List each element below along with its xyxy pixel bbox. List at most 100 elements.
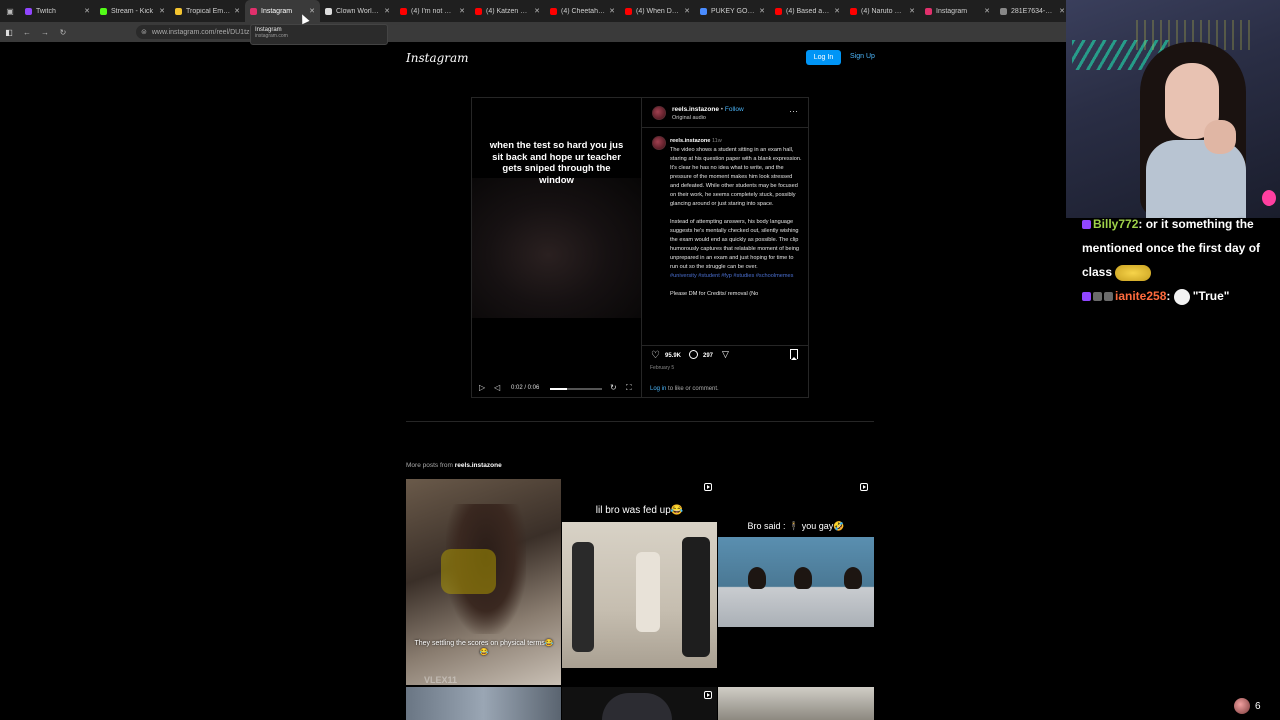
- reload-icon[interactable]: ↻: [54, 28, 72, 37]
- tab-label: (4) Naruto LEGEN: [861, 7, 905, 15]
- browser-tab[interactable]: 281E7634-91FC-4481 ✕: [995, 0, 1070, 22]
- reel-icon: [704, 691, 712, 699]
- site-info-icon[interactable]: ⊜: [141, 28, 147, 36]
- tab-favicon-icon: [925, 7, 932, 15]
- browser-tab[interactable]: Stream - Kick ✕: [95, 0, 170, 22]
- play-icon[interactable]: ▷: [479, 383, 485, 392]
- grid-post[interactable]: lil bro was fed up😂: [562, 479, 717, 685]
- browser-tab[interactable]: (4) I'm not better ✕: [395, 0, 470, 22]
- forward-icon[interactable]: →: [36, 28, 54, 37]
- tab-favicon-icon: [850, 7, 857, 15]
- video-progress-fill: [550, 388, 568, 390]
- separator-dot: •: [720, 106, 724, 113]
- author-username[interactable]: reels.instazone: [672, 106, 719, 113]
- reel-video[interactable]: when the test so hard you jus sit back a…: [472, 98, 641, 397]
- tab-close-icon[interactable]: ✕: [909, 7, 915, 15]
- emote-icon: [1115, 264, 1152, 281]
- grid-post[interactable]: [406, 687, 561, 720]
- video-progress-bar[interactable]: [550, 388, 602, 390]
- tab-label: (4) Cheetahs Are: [561, 7, 605, 15]
- browser-tab[interactable]: (4) Naruto LEGEN ✕: [845, 0, 920, 22]
- browser-tab[interactable]: Instagram ✕: [920, 0, 995, 22]
- post-header: reels.instazone • Follow Original audio …: [642, 98, 809, 128]
- share-icon[interactable]: ▽: [722, 349, 729, 360]
- description-text: reels.instazone 11w The video shows a st…: [670, 137, 802, 308]
- login-button[interactable]: Log In: [806, 50, 841, 65]
- comment-username[interactable]: reels.instazone: [670, 138, 710, 144]
- grid-post[interactable]: [562, 687, 717, 720]
- back-icon[interactable]: ←: [18, 28, 36, 37]
- browser-tab[interactable]: Twitch ✕: [20, 0, 95, 22]
- browser-tab[interactable]: (4) Based anime ✕: [770, 0, 845, 22]
- more-posts-username[interactable]: reels.instazone: [455, 462, 502, 469]
- grid-post[interactable]: They settling the scores on physical ter…: [406, 479, 561, 685]
- tab-favicon-icon: [175, 7, 182, 15]
- tab-close-icon[interactable]: ✕: [234, 7, 240, 15]
- chat-message: ianite258: "True": [1082, 284, 1274, 308]
- reel-icon: [704, 483, 712, 491]
- more-options-icon[interactable]: ···: [789, 106, 798, 116]
- tab-close-icon[interactable]: ✕: [534, 7, 540, 15]
- viewer-count: 6: [1255, 700, 1261, 712]
- loop-icon[interactable]: ↻: [610, 383, 617, 392]
- browser-tab[interactable]: PUKEY GODDES ✕: [695, 0, 770, 22]
- tab-favicon-icon: [325, 7, 332, 15]
- tab-close-icon[interactable]: ✕: [459, 7, 465, 15]
- bookmark-icon[interactable]: [790, 349, 798, 360]
- avatar[interactable]: [652, 106, 666, 120]
- like-icon[interactable]: ♡: [651, 350, 660, 361]
- webcam-light: [1262, 190, 1276, 206]
- audio-label[interactable]: Original audio: [672, 115, 706, 121]
- video-time: 0:02 / 0:06: [511, 385, 540, 391]
- tab-favicon-icon: [1000, 7, 1007, 15]
- chat-message: Billy772: or it something the mentioned …: [1082, 217, 1261, 281]
- comment-icon[interactable]: [689, 350, 698, 359]
- tab-close-icon[interactable]: ✕: [159, 7, 165, 15]
- tab-label: Instagram: [261, 7, 293, 15]
- fullscreen-icon[interactable]: ⛶: [626, 383, 632, 393]
- browser-tab[interactable]: (4) Katzen bringe ✕: [470, 0, 545, 22]
- grid-post[interactable]: [718, 687, 874, 720]
- chat-username: ianite258: [1115, 289, 1167, 303]
- browser-tab[interactable]: Clown World ™ ✕: [320, 0, 395, 22]
- grid-post[interactable]: Bro said : 🕴 you gay🤣: [718, 479, 874, 685]
- tab-close-icon[interactable]: ✕: [984, 7, 990, 15]
- signup-link[interactable]: Sign Up: [850, 53, 875, 60]
- thumbnail-person: [572, 542, 594, 652]
- webcam-streamer-hand: [1204, 120, 1236, 154]
- tab-label: 281E7634-91FC-4481: [1011, 7, 1055, 15]
- tab-close-icon[interactable]: ✕: [84, 7, 90, 15]
- post-author: reels.instazone • Follow: [672, 106, 744, 113]
- hashtags[interactable]: #university #student #fyp #studies #scho…: [670, 273, 793, 279]
- browser-tab[interactable]: (4) Cheetahs Are ✕: [545, 0, 620, 22]
- grid-post-caption: They settling the scores on physical ter…: [414, 640, 554, 656]
- sidebar-toggle-icon[interactable]: ◧: [0, 28, 18, 37]
- tab-label: (4) Katzen bringe: [486, 7, 530, 15]
- comment-count: 297: [703, 353, 714, 359]
- login-prompt-text: to like or comment.: [666, 386, 719, 392]
- browser-tab[interactable]: Tropical Emojis | ✕: [170, 0, 245, 22]
- instagram-logo[interactable]: Instagram: [406, 51, 469, 65]
- webcam-streamer-body: [1146, 140, 1246, 218]
- badge-icon: [1093, 292, 1102, 302]
- tab-close-icon[interactable]: ✕: [609, 7, 615, 15]
- tab-close-icon[interactable]: ✕: [684, 7, 690, 15]
- more-posts-prefix: More posts from: [406, 462, 455, 469]
- grid-post-caption: Bro said : 🕴 you gay🤣: [747, 521, 845, 531]
- tab-menu-icon[interactable]: ▣: [0, 0, 20, 22]
- post-actions: ♡ 95.9K 297 ▽: [642, 345, 809, 363]
- follow-button[interactable]: Follow: [725, 106, 744, 113]
- login-link[interactable]: Log in: [650, 386, 666, 392]
- browser-tab[interactable]: (4) When Dad Tr ✕: [620, 0, 695, 22]
- avatar[interactable]: [652, 136, 666, 150]
- grid-post-caption: lil bro was fed up😂: [595, 505, 684, 516]
- tab-close-icon[interactable]: ✕: [759, 7, 765, 15]
- browser-tab-bar: ▣ Twitch✕Stream - Kick✕Tropical Emojis |…: [0, 0, 1066, 22]
- tab-close-icon[interactable]: ✕: [309, 7, 315, 15]
- tab-close-icon[interactable]: ✕: [1059, 7, 1065, 15]
- tab-close-icon[interactable]: ✕: [384, 7, 390, 15]
- tab-favicon-icon: [25, 7, 32, 15]
- tab-close-icon[interactable]: ✕: [834, 7, 840, 15]
- volume-icon[interactable]: ◁: [494, 383, 500, 392]
- tab-label: Twitch: [36, 7, 56, 15]
